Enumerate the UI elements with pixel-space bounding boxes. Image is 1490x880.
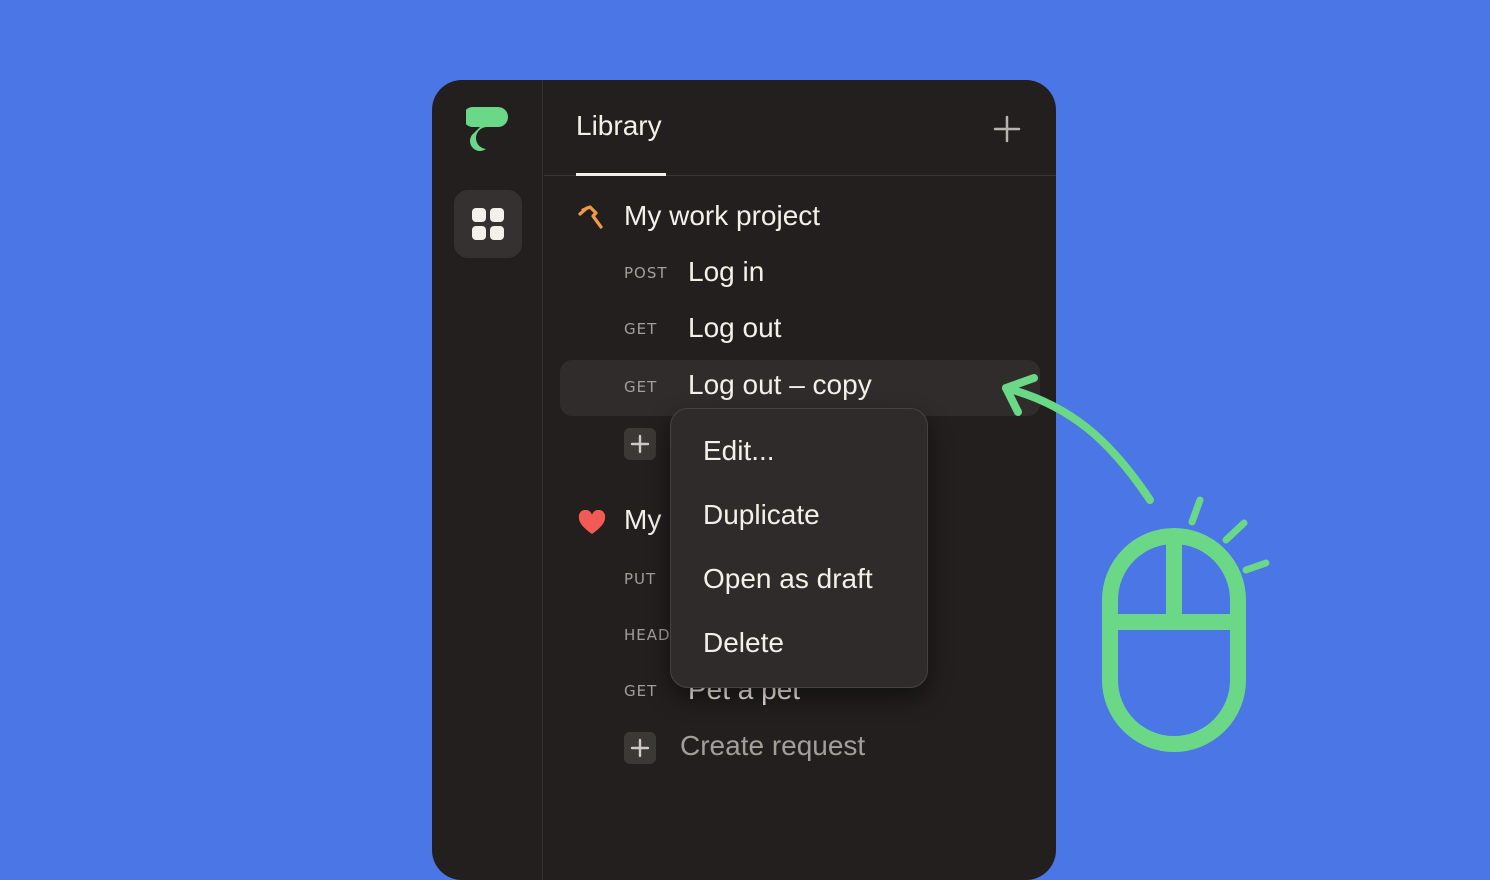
right-click-illustration	[1002, 374, 1270, 752]
mouse-icon	[1102, 496, 1270, 752]
curved-arrow-icon	[1002, 374, 1154, 504]
